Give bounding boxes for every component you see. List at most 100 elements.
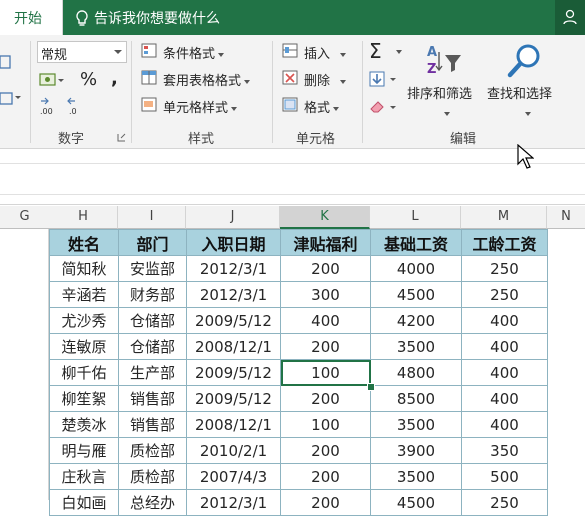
formula-bar-area[interactable] — [0, 149, 585, 205]
table-cell[interactable]: 250 — [461, 281, 548, 308]
header-cell[interactable]: 部门 — [118, 229, 187, 256]
dialog-launcher-icon[interactable] — [117, 133, 126, 142]
table-cell[interactable]: 2007/4/3 — [186, 463, 281, 490]
chevron-down-icon[interactable] — [396, 50, 402, 54]
merge-icon[interactable] — [0, 92, 22, 106]
header-cell[interactable]: 入职日期 — [186, 229, 281, 256]
table-cell[interactable]: 尤沙秀 — [49, 307, 119, 334]
table-cell[interactable]: 白如画 — [49, 489, 119, 516]
table-cell[interactable]: 安监部 — [118, 255, 187, 282]
header-cell[interactable]: 工龄工资 — [461, 229, 548, 256]
eraser-icon[interactable] — [369, 99, 399, 115]
fill-icon[interactable] — [369, 71, 399, 87]
conditional-format-button[interactable]: 条件格式 — [163, 43, 225, 62]
table-cell[interactable]: 100 — [280, 411, 371, 438]
table-cell[interactable]: 生产部 — [118, 359, 187, 386]
table-cell[interactable]: 400 — [461, 333, 548, 360]
column-header-i[interactable]: I — [118, 206, 186, 229]
table-cell[interactable]: 明与雁 — [49, 437, 119, 464]
table-cell[interactable]: 总经办 — [118, 489, 187, 516]
column-header-h[interactable]: H — [49, 206, 118, 229]
table-cell[interactable]: 3900 — [370, 437, 462, 464]
table-cell[interactable]: 楚羡冰 — [49, 411, 119, 438]
table-cell[interactable]: 400 — [280, 307, 371, 334]
format-as-table-button[interactable]: 套用表格格式 — [163, 70, 251, 89]
sort-filter-button[interactable]: 排序和筛选 — [407, 83, 472, 102]
magnifier-icon[interactable] — [506, 42, 544, 80]
table-cell[interactable]: 400 — [461, 385, 548, 412]
comma-button[interactable]: , — [111, 68, 118, 89]
autosum-button[interactable]: Σ — [369, 39, 382, 63]
insert-button[interactable]: 插入 — [304, 43, 347, 62]
table-cell[interactable]: 4500 — [370, 489, 462, 516]
conditional-format-icon[interactable] — [141, 43, 159, 59]
table-cell[interactable]: 2009/5/12 — [186, 307, 281, 334]
table-cell[interactable]: 200 — [280, 437, 371, 464]
table-cell[interactable]: 销售部 — [118, 411, 187, 438]
decrease-decimal-icon[interactable]: .0 — [67, 97, 87, 115]
table-cell[interactable]: 4800 — [370, 359, 462, 386]
table-cell[interactable]: 4000 — [370, 255, 462, 282]
percent-button[interactable]: % — [80, 69, 97, 90]
cell-styles-button[interactable]: 单元格样式 — [163, 97, 238, 116]
table-cell[interactable]: 简知秋 — [49, 255, 119, 282]
chevron-down-icon[interactable] — [525, 112, 531, 116]
table-cell[interactable]: 仓储部 — [118, 333, 187, 360]
active-cell[interactable]: 100 — [280, 359, 371, 386]
delete-button[interactable]: 删除 — [304, 70, 347, 89]
table-cell[interactable]: 2010/2/1 — [186, 437, 281, 464]
table-cell[interactable]: 3500 — [370, 463, 462, 490]
delete-cells-icon[interactable] — [282, 70, 300, 86]
format-button[interactable]: 格式 — [304, 97, 340, 116]
column-header-g[interactable]: G — [0, 206, 50, 229]
table-cell[interactable]: 400 — [461, 359, 548, 386]
table-cell[interactable]: 庄秋言 — [49, 463, 119, 490]
table-cell[interactable]: 250 — [461, 489, 548, 516]
table-cell[interactable]: 财务部 — [118, 281, 187, 308]
table-cell[interactable]: 4500 — [370, 281, 462, 308]
header-cell[interactable]: 津贴福利 — [280, 229, 371, 256]
cell-styles-icon[interactable] — [141, 97, 159, 113]
column-header-l[interactable]: L — [370, 206, 461, 229]
table-cell[interactable]: 质检部 — [118, 437, 187, 464]
increase-decimal-icon[interactable]: .00 — [40, 97, 60, 115]
table-cell[interactable]: 200 — [280, 385, 371, 412]
header-cell[interactable]: 基础工资 — [370, 229, 462, 256]
table-cell[interactable]: 柳笙絮 — [49, 385, 119, 412]
header-cell[interactable]: 姓名 — [49, 229, 119, 256]
table-cell[interactable]: 200 — [280, 333, 371, 360]
column-header-m[interactable]: M — [461, 206, 547, 229]
table-cell[interactable]: 连敏原 — [49, 333, 119, 360]
table-cell[interactable]: 200 — [280, 489, 371, 516]
sort-filter-icon[interactable]: A Z — [425, 43, 465, 77]
tab-home[interactable]: 开始 — [0, 0, 63, 35]
find-select-button[interactable]: 查找和选择 — [487, 83, 552, 102]
format-as-table-icon[interactable] — [141, 70, 159, 86]
table-cell[interactable]: 3500 — [370, 333, 462, 360]
table-cell[interactable]: 2009/5/12 — [186, 385, 281, 412]
format-cells-icon[interactable] — [282, 97, 300, 113]
column-header-n[interactable]: N — [547, 206, 585, 229]
insert-cells-icon[interactable] — [282, 43, 300, 59]
tell-me-box[interactable]: 告诉我你想要做什么 — [76, 8, 220, 28]
number-format-combo[interactable]: 常规 — [37, 41, 127, 63]
clipboard-icon[interactable] — [0, 55, 12, 69]
table-cell[interactable]: 350 — [461, 437, 548, 464]
table-cell[interactable]: 300 — [280, 281, 371, 308]
table-cell[interactable]: 200 — [280, 255, 371, 282]
table-cell[interactable]: 2012/3/1 — [186, 489, 281, 516]
table-cell[interactable]: 2008/12/1 — [186, 333, 281, 360]
table-cell[interactable]: 500 — [461, 463, 548, 490]
table-cell[interactable]: 200 — [280, 463, 371, 490]
fill-handle[interactable] — [367, 383, 375, 391]
table-cell[interactable]: 8500 — [370, 385, 462, 412]
table-cell[interactable]: 2012/3/1 — [186, 255, 281, 282]
chevron-down-icon[interactable] — [444, 112, 450, 116]
table-cell[interactable]: 柳千佑 — [49, 359, 119, 386]
table-cell[interactable]: 400 — [461, 411, 548, 438]
table-cell[interactable]: 质检部 — [118, 463, 187, 490]
currency-icon[interactable] — [39, 71, 65, 89]
table-cell[interactable]: 2012/3/1 — [186, 281, 281, 308]
table-cell[interactable]: 2009/5/12 — [186, 359, 281, 386]
table-cell[interactable]: 2008/12/1 — [186, 411, 281, 438]
